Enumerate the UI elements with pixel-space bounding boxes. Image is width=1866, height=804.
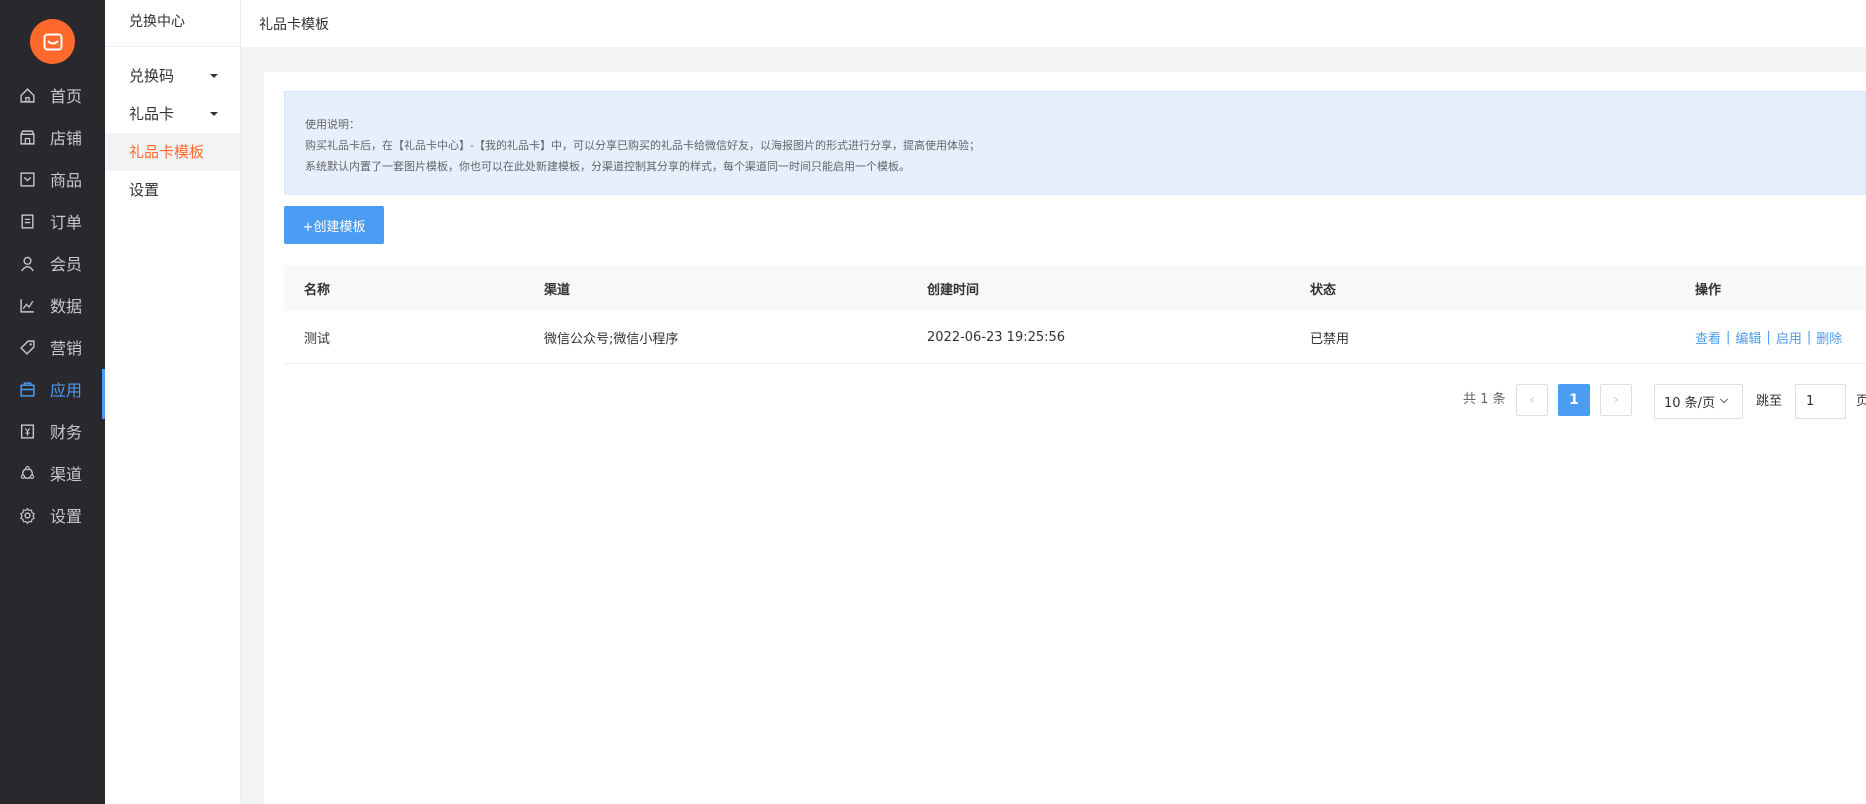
nav-label: 数据	[50, 297, 83, 316]
nav-item-order[interactable]: 订单	[0, 201, 105, 241]
divider: |	[1806, 329, 1812, 345]
chevron-right-icon: ›	[1613, 392, 1619, 408]
submenu-label: 兑换码	[129, 67, 175, 85]
jump-page-input[interactable]	[1795, 384, 1846, 419]
caret-down-icon	[210, 74, 218, 78]
cell-name: 测试	[304, 331, 331, 347]
prev-page-button[interactable]: ‹	[1516, 384, 1548, 416]
jump-label: 跳至	[1756, 394, 1783, 409]
gear-icon	[20, 507, 35, 524]
nav-label: 渠道	[50, 465, 83, 484]
column-header-channel: 渠道	[544, 282, 571, 298]
chevron-down-icon	[1719, 394, 1729, 403]
create-template-button[interactable]: +创建模板	[284, 206, 384, 244]
submenu-item-gift-card-template[interactable]: 礼品卡模板	[105, 133, 240, 171]
cell-channel: 微信公众号;微信小程序	[544, 331, 679, 347]
goods-icon	[20, 172, 35, 187]
chart-icon	[20, 299, 34, 313]
page-size-value: 10 条/页	[1664, 396, 1716, 411]
nav-label: 店铺	[50, 129, 83, 148]
nav-item-channel[interactable]: 渠道	[0, 453, 105, 493]
nav-item-finance[interactable]: 财务	[0, 411, 105, 451]
top-bar: 礼品卡模板	[241, 0, 1866, 47]
finance-icon	[20, 424, 35, 439]
nav-item-app[interactable]: 应用	[0, 369, 105, 419]
table-header: 名称 渠道 创建时间 状态 操作	[284, 265, 1866, 311]
submenu-label: 礼品卡	[129, 105, 175, 123]
order-icon	[21, 214, 34, 229]
main-nav: 首页 店铺 商品 订单 会员 数据 营销 应用 财务 渠道 设置	[0, 0, 105, 804]
user-icon	[21, 256, 34, 272]
channel-icon	[20, 466, 35, 479]
table-row: 测试 微信公众号;微信小程序 2022-06-23 19:25:56 已禁用 查…	[284, 311, 1866, 364]
submenu-item-settings[interactable]: 设置	[105, 171, 240, 209]
column-header-name: 名称	[304, 282, 331, 298]
submenu-item-redeem-code[interactable]: 兑换码	[105, 57, 240, 95]
column-header-created: 创建时间	[927, 282, 980, 298]
tag-icon	[20, 340, 35, 355]
nav-item-settings[interactable]: 设置	[0, 495, 105, 535]
chevron-left-icon: ‹	[1529, 392, 1535, 408]
secondary-menu: 兑换中心 兑换码 礼品卡 礼品卡模板 设置	[105, 0, 241, 804]
cell-created: 2022-06-23 19:25:56	[927, 329, 1066, 345]
nav-label: 会员	[50, 255, 83, 274]
submenu-label: 礼品卡模板	[129, 143, 205, 161]
notice-line: 购买礼品卡后，在【礼品卡中心】-【我的礼品卡】中，可以分享已购买的礼品卡给微信好…	[305, 139, 980, 152]
content-card: 使用说明： 购买礼品卡后，在【礼品卡中心】-【我的礼品卡】中，可以分享已购买的礼…	[264, 72, 1866, 804]
notice-title: 使用说明：	[305, 118, 360, 131]
enable-link[interactable]: 启用	[1776, 328, 1802, 347]
divider: |	[1766, 329, 1771, 345]
nav-item-member[interactable]: 会员	[0, 243, 105, 283]
nav-label: 财务	[50, 423, 83, 442]
nav-label: 首页	[50, 87, 83, 106]
edit-link[interactable]: 编辑	[1735, 328, 1761, 347]
page-button-current[interactable]: 1	[1558, 384, 1590, 416]
view-link[interactable]: 查看	[1695, 328, 1721, 347]
home-icon	[20, 88, 35, 103]
pagination: 共 1 条 ‹ 1 › 10 条/页 跳至 页	[264, 384, 1866, 419]
column-header-actions: 操作	[1695, 282, 1722, 298]
storefront-logo-icon	[43, 33, 62, 50]
cell-actions: 查看 | 编辑 | 启用 | 删除	[1695, 311, 1842, 363]
usage-notice: 使用说明： 购买礼品卡后，在【礼品卡中心】-【我的礼品卡】中，可以分享已购买的礼…	[284, 91, 1866, 195]
notice-line: 系统默认内置了一套图片模板，你也可以在此处新建模板，分渠道控制其分享的样式，每个…	[305, 160, 910, 173]
submenu-item-gift-card[interactable]: 礼品卡	[105, 95, 240, 133]
nav-label: 商品	[50, 171, 83, 190]
submenu-title: 兑换中心	[105, 0, 240, 47]
nav-item-marketing[interactable]: 营销	[0, 327, 105, 367]
page-size-select[interactable]: 10 条/页	[1654, 384, 1743, 419]
app-icon	[20, 382, 35, 397]
store-icon	[20, 130, 35, 145]
next-page-button[interactable]: ›	[1600, 384, 1632, 416]
column-header-status: 状态	[1310, 282, 1337, 298]
logo-icon[interactable]	[30, 19, 75, 64]
submenu-label: 设置	[129, 181, 160, 199]
nav-label: 设置	[50, 507, 83, 526]
nav-item-goods[interactable]: 商品	[0, 159, 105, 199]
nav-label: 应用	[50, 381, 83, 400]
jump-page-suffix: 页	[1856, 394, 1866, 409]
caret-down-icon	[210, 112, 218, 116]
cell-status: 已禁用	[1310, 331, 1350, 347]
nav-item-data[interactable]: 数据	[0, 285, 105, 325]
page-title: 礼品卡模板	[259, 17, 329, 33]
nav-item-home[interactable]: 首页	[0, 75, 105, 115]
total-count: 共 1 条	[1463, 392, 1506, 407]
nav-label: 营销	[50, 339, 83, 358]
nav-item-store[interactable]: 店铺	[0, 117, 105, 157]
nav-label: 订单	[50, 213, 83, 232]
divider: |	[1726, 329, 1731, 345]
delete-link[interactable]: 删除	[1816, 328, 1842, 347]
